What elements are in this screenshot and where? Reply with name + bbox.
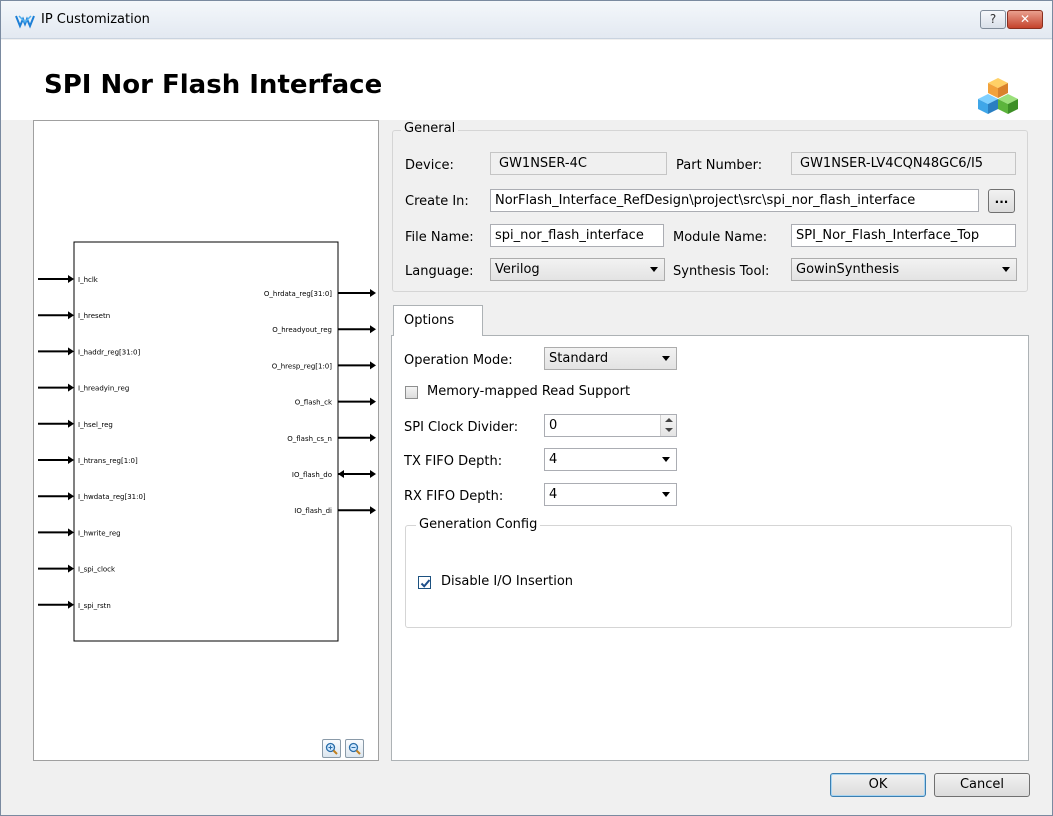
spi-clock-divider-label: SPI Clock Divider: (404, 420, 519, 435)
output-port-label: O_hresp_reg[1:0] (272, 362, 333, 370)
tx-fifo-depth-label: TX FIFO Depth: (404, 454, 503, 469)
gowin-logo-icon (15, 15, 35, 29)
general-group-label: General (401, 121, 459, 136)
ok-button[interactable]: OK (830, 773, 926, 797)
input-port: I_hclk (38, 275, 99, 284)
input-port-label: I_hreadyin_reg (78, 385, 129, 393)
synthesis-tool-dropdown[interactable]: GowinSynthesis (791, 258, 1017, 281)
rx-fifo-depth-label: RX FIFO Depth: (404, 489, 504, 504)
spin-down-icon[interactable] (665, 428, 673, 432)
device-field: GW1NSER-4C (490, 152, 667, 175)
generation-config-label: Generation Config (416, 517, 541, 532)
file-name-label: File Name: (405, 230, 474, 245)
language-value: Verilog (495, 262, 540, 277)
module-name-label: Module Name: (673, 230, 768, 245)
input-port-label: I_hclk (78, 276, 99, 284)
input-port: I_hwdata_reg[31:0] (38, 492, 146, 501)
chevron-down-icon (662, 457, 670, 462)
close-button[interactable]: ✕ (1007, 10, 1043, 29)
chevron-down-icon (662, 492, 670, 497)
browse-button[interactable]: ... (988, 189, 1015, 213)
create-in-value: NorFlash_Interface_RefDesign\project\src… (495, 193, 916, 208)
output-port-label: O_hreadyout_reg (272, 326, 332, 334)
tab-options[interactable]: Options (393, 305, 483, 336)
checkmark-icon (420, 579, 431, 588)
output-port: O_hresp_reg[1:0] (272, 361, 376, 370)
output-port-label: O_flash_ck (295, 399, 333, 407)
output-port-label: IO_flash_di (294, 507, 332, 515)
input-port-label: I_hsel_reg (78, 421, 113, 429)
output-port-label: O_flash_cs_n (287, 435, 332, 443)
file-name-field[interactable]: spi_nor_flash_interface (490, 224, 664, 247)
ip-cubes-icon (978, 78, 1018, 114)
window-title: IP Customization (41, 12, 150, 27)
input-port: I_htrans_reg[1:0] (38, 456, 138, 465)
module-diagram-panel: I_hclk I_hresetn I_haddr_reg[31:0] I_hready… (33, 120, 379, 761)
part-number-field: GW1NSER-LV4CQN48GC6/I5 (791, 152, 1016, 175)
page-title: SPI Nor Flash Interface (44, 70, 383, 100)
device-label: Device: (405, 158, 454, 173)
input-port-label: I_haddr_reg[31:0] (78, 348, 140, 356)
input-port-label: I_htrans_reg[1:0] (78, 457, 138, 465)
module-name-field[interactable]: SPI_Nor_Flash_Interface_Top (791, 224, 1016, 247)
operation-mode-value: Standard (549, 351, 609, 366)
tx-fifo-depth-dropdown[interactable]: 4 (544, 448, 677, 471)
rx-fifo-depth-value: 4 (549, 487, 558, 502)
input-port-label: I_hwdata_reg[31:0] (78, 493, 146, 501)
memory-mapped-label: Memory-mapped Read Support (427, 384, 631, 399)
spin-up-icon[interactable] (665, 418, 673, 422)
input-port-label: I_hwrite_reg (78, 529, 121, 537)
input-port: I_hreadyin_reg (38, 383, 129, 393)
chevron-down-icon (1002, 267, 1010, 272)
disable-io-insertion-checkbox[interactable] (418, 576, 431, 589)
module-diagram: I_hclk I_hresetn I_haddr_reg[31:0] I_hready… (38, 241, 376, 642)
output-port: O_hreadyout_reg (272, 325, 376, 334)
input-port-label: I_hresetn (78, 312, 110, 320)
help-button[interactable]: ? (980, 10, 1006, 29)
disable-io-insertion-label: Disable I/O Insertion (441, 574, 574, 589)
input-port: I_haddr_reg[31:0] (38, 347, 140, 356)
create-in-field[interactable]: NorFlash_Interface_RefDesign\project\src… (490, 189, 979, 212)
input-port: I_hwrite_reg (38, 528, 121, 537)
zoom-in-button[interactable] (322, 739, 341, 758)
tx-fifo-depth-value: 4 (549, 452, 558, 467)
zoom-out-button[interactable] (345, 739, 364, 758)
input-port-label: I_spi_rstn (78, 602, 111, 610)
zoom-out-icon (348, 742, 361, 755)
operation-mode-label: Operation Mode: (404, 353, 513, 368)
language-label: Language: (405, 264, 474, 279)
chevron-down-icon (650, 267, 658, 272)
cancel-button[interactable]: Cancel (934, 773, 1030, 797)
header-area: SPI Nor Flash Interface (1, 40, 1052, 120)
rx-fifo-depth-dropdown[interactable]: 4 (544, 483, 677, 506)
memory-mapped-checkbox[interactable] (405, 386, 418, 399)
synthesis-tool-value: GowinSynthesis (796, 262, 900, 277)
spin-buttons[interactable] (660, 415, 676, 436)
zoom-in-icon (325, 742, 338, 755)
spi-clock-divider-stepper[interactable]: 0 (544, 414, 677, 437)
part-number-label: Part Number: (676, 158, 763, 173)
synthesis-tool-label: Synthesis Tool: (673, 264, 770, 279)
title-bar[interactable]: IP Customization ? ✕ (1, 1, 1052, 39)
output-port: O_hrdata_reg[31:0] (264, 289, 376, 298)
spi-clock-divider-value: 0 (549, 418, 558, 433)
ip-customization-window: IP Customization ? ✕ SPI Nor Flash Inter… (0, 0, 1053, 816)
chevron-down-icon (662, 356, 670, 361)
create-in-label: Create In: (405, 194, 469, 209)
output-port: O_flash_cs_n (287, 433, 376, 443)
operation-mode-dropdown[interactable]: Standard (544, 347, 677, 370)
output-port-label: O_hrdata_reg[31:0] (264, 290, 332, 298)
language-dropdown[interactable]: Verilog (490, 258, 665, 281)
input-port-label: I_spi_clock (78, 566, 116, 574)
output-port-label: IO_flash_do (292, 471, 332, 479)
